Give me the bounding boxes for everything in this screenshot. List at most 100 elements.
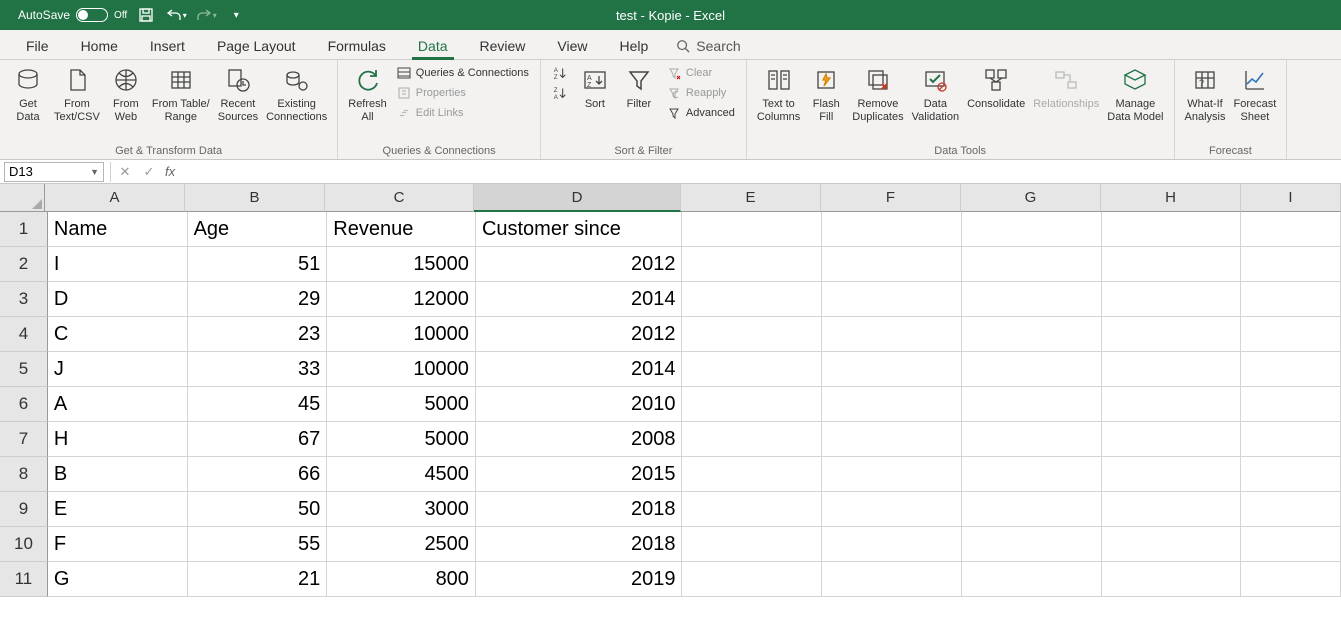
cell[interactable] xyxy=(1241,282,1341,317)
cell[interactable] xyxy=(1102,247,1242,282)
undo-icon[interactable]: ▾ xyxy=(165,4,187,26)
cell[interactable] xyxy=(962,527,1102,562)
properties-button[interactable]: Properties xyxy=(395,84,530,102)
cell[interactable] xyxy=(962,212,1102,247)
row-header[interactable]: 6 xyxy=(0,387,48,422)
row-header[interactable]: 7 xyxy=(0,422,48,457)
cell[interactable] xyxy=(1241,562,1341,597)
cell[interactable]: 3000 xyxy=(327,492,476,527)
column-header-I[interactable]: I xyxy=(1241,184,1341,212)
column-header-H[interactable]: H xyxy=(1101,184,1241,212)
cell[interactable] xyxy=(822,282,962,317)
tab-data[interactable]: Data xyxy=(402,33,464,59)
fx-icon[interactable]: fx xyxy=(161,164,179,179)
cell[interactable] xyxy=(1102,457,1242,492)
column-header-E[interactable]: E xyxy=(681,184,821,212)
manage-data-model-button[interactable]: Manage Data Model xyxy=(1103,62,1167,126)
formula-input[interactable] xyxy=(179,162,1341,182)
cell[interactable] xyxy=(1241,422,1341,457)
from-text-csv-button[interactable]: From Text/CSV xyxy=(50,62,104,126)
reapply-button[interactable]: Reapply xyxy=(665,84,736,102)
cell[interactable]: 4500 xyxy=(327,457,476,492)
cell[interactable]: 23 xyxy=(188,317,328,352)
cell[interactable]: 2008 xyxy=(476,422,683,457)
cell[interactable] xyxy=(1102,282,1242,317)
cell[interactable]: 29 xyxy=(188,282,328,317)
sort-za-button[interactable]: ZA xyxy=(551,84,569,102)
cell[interactable]: 2500 xyxy=(327,527,476,562)
cell[interactable]: F xyxy=(48,527,188,562)
row-header[interactable]: 8 xyxy=(0,457,48,492)
cell[interactable] xyxy=(1102,387,1242,422)
cell[interactable]: Revenue xyxy=(327,212,476,247)
cell[interactable] xyxy=(1241,317,1341,352)
cell[interactable] xyxy=(1102,492,1242,527)
cell[interactable] xyxy=(1102,527,1242,562)
cell[interactable]: Customer since xyxy=(476,212,683,247)
cell[interactable] xyxy=(1102,352,1242,387)
cell[interactable] xyxy=(1102,562,1242,597)
row-header[interactable]: 11 xyxy=(0,562,48,597)
cell[interactable] xyxy=(1241,387,1341,422)
tab-home[interactable]: Home xyxy=(65,33,134,59)
column-header-F[interactable]: F xyxy=(821,184,961,212)
flash-fill-button[interactable]: Flash Fill xyxy=(804,62,848,126)
cell[interactable] xyxy=(682,457,822,492)
cell[interactable]: 15000 xyxy=(327,247,476,282)
cell[interactable]: 2012 xyxy=(476,317,683,352)
refresh-all-button[interactable]: Refresh All xyxy=(344,62,391,126)
row-header[interactable]: 2 xyxy=(0,247,48,282)
clear-button[interactable]: Clear xyxy=(665,64,736,82)
text-to-columns-button[interactable]: Text to Columns xyxy=(753,62,804,126)
cell[interactable] xyxy=(1102,422,1242,457)
cell[interactable] xyxy=(822,247,962,282)
edit-links-button[interactable]: Edit Links xyxy=(395,104,530,122)
get-data-button[interactable]: Get Data xyxy=(6,62,50,126)
cell[interactable] xyxy=(1241,492,1341,527)
column-header-D[interactable]: D xyxy=(474,184,681,212)
cell[interactable]: 10000 xyxy=(327,352,476,387)
cell[interactable] xyxy=(1102,317,1242,352)
row-header[interactable]: 4 xyxy=(0,317,48,352)
cell[interactable]: G xyxy=(48,562,188,597)
filter-button[interactable]: Filter xyxy=(617,62,661,113)
cell[interactable]: 12000 xyxy=(327,282,476,317)
row-header[interactable]: 5 xyxy=(0,352,48,387)
cell[interactable] xyxy=(1102,212,1242,247)
cell[interactable]: H xyxy=(48,422,188,457)
cell[interactable] xyxy=(1241,212,1341,247)
consolidate-button[interactable]: Consolidate xyxy=(963,62,1029,113)
tab-insert[interactable]: Insert xyxy=(134,33,201,59)
cell[interactable]: J xyxy=(48,352,188,387)
cell[interactable]: 2014 xyxy=(476,352,683,387)
cell[interactable] xyxy=(682,527,822,562)
cell[interactable]: 2012 xyxy=(476,247,683,282)
tab-file[interactable]: File xyxy=(10,33,65,59)
cell[interactable]: A xyxy=(48,387,188,422)
relationships-button[interactable]: Relationships xyxy=(1029,62,1103,113)
row-header[interactable]: 9 xyxy=(0,492,48,527)
name-box[interactable]: D13▼ xyxy=(4,162,104,182)
cell[interactable]: 50 xyxy=(188,492,328,527)
tab-review[interactable]: Review xyxy=(464,33,542,59)
cell[interactable]: 5000 xyxy=(327,422,476,457)
cell[interactable] xyxy=(1241,247,1341,282)
sort-az-button[interactable]: AZ xyxy=(551,64,569,82)
cell[interactable]: 2018 xyxy=(476,527,683,562)
cell[interactable] xyxy=(822,422,962,457)
cell[interactable]: E xyxy=(48,492,188,527)
cell[interactable]: 2010 xyxy=(476,387,683,422)
data-validation-button[interactable]: Data Validation xyxy=(908,62,964,126)
cell[interactable]: 2018 xyxy=(476,492,683,527)
cell[interactable] xyxy=(962,352,1102,387)
cell[interactable]: D xyxy=(48,282,188,317)
tab-page-layout[interactable]: Page Layout xyxy=(201,33,312,59)
cancel-formula-icon[interactable]: ✕ xyxy=(113,164,137,180)
cell[interactable] xyxy=(682,387,822,422)
cell[interactable] xyxy=(1241,457,1341,492)
cell[interactable] xyxy=(682,247,822,282)
queries-connections-button[interactable]: Queries & Connections xyxy=(395,64,530,82)
cell[interactable] xyxy=(682,212,822,247)
redo-icon[interactable]: ▾ xyxy=(195,4,217,26)
row-header[interactable]: 1 xyxy=(0,212,48,247)
